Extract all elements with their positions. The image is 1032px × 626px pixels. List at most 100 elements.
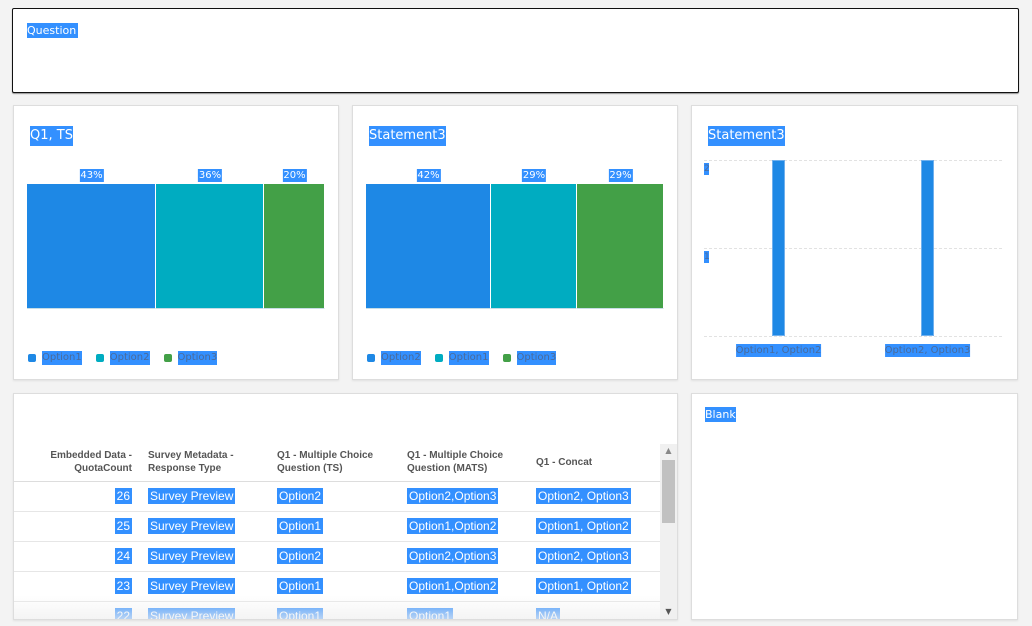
cell-value: Survey Preview <box>148 608 236 619</box>
table-cell: Survey Preview <box>140 571 269 602</box>
legend-label: Option3 <box>516 351 557 365</box>
table-row[interactable]: 25 Survey Preview Option1 Option1,Option2 Op… <box>14 511 662 542</box>
column-header[interactable]: Q1 - Concat <box>528 444 662 482</box>
bar-segment[interactable] <box>27 184 156 309</box>
table-cell: Option1 <box>399 601 528 619</box>
cell-value: 22 <box>114 608 132 619</box>
legend-label: Option3 <box>177 351 218 365</box>
table-cell: 26 <box>14 481 140 512</box>
column-header[interactable]: Survey Metadata - Response Type <box>140 444 269 482</box>
legend-swatch-icon <box>28 354 36 362</box>
cell-value: Option1 <box>277 518 324 534</box>
cell-value: Option1 <box>277 608 324 619</box>
table-row[interactable]: 23 Survey Preview Option1 Option1,Option2 Op… <box>14 571 662 602</box>
widget-title: Statement3 <box>369 126 446 146</box>
gridline <box>704 160 1002 161</box>
cell-value: Option2,Option3 <box>407 548 499 564</box>
cell-value: Option1 <box>277 578 324 594</box>
widget-q1-ts: Q1, TS 43% 36% 20% Option1 Option2 Option3 <box>13 105 339 380</box>
x-category-label: Option1, Option2 <box>735 344 822 357</box>
chart-legend: Option2 Option1 Option3 <box>367 351 557 365</box>
table-cell: Option2 <box>269 481 399 512</box>
table-cell: Option2,Option3 <box>399 541 528 572</box>
table-cell: Option1, Option2 <box>528 511 662 542</box>
cell-value: 26 <box>114 488 132 504</box>
question-title: Question <box>27 23 79 38</box>
column-header[interactable]: Q1 - Multiple Choice Question (TS) <box>269 444 399 482</box>
data-label: 20% <box>282 169 307 182</box>
legend-label: Option2 <box>381 351 421 365</box>
y-tick-label: 1 <box>704 251 709 263</box>
x-category-label: Option2, Option3 <box>884 344 971 357</box>
cell-value: Option1, Option2 <box>536 518 631 534</box>
bar-chart: 2 1 Option1, Option2 Option2, Option3 <box>704 160 1002 357</box>
cell-value: N/A <box>536 608 561 619</box>
legend-label: Option2 <box>109 351 150 365</box>
stacked-bar-chart: 42% 29% 29% <box>366 169 664 310</box>
widget-title: Blank <box>705 407 736 422</box>
cell-value: Survey Preview <box>148 548 236 564</box>
blank-widget: Blank <box>691 393 1018 620</box>
table-cell: Survey Preview <box>140 601 269 619</box>
legend-item[interactable]: Option3 <box>502 351 557 365</box>
table-row[interactable]: 26 Survey Preview Option2 Option2,Option3 Op… <box>14 481 662 512</box>
legend-item[interactable]: Option1 <box>434 351 489 365</box>
legend-label: Option1 <box>42 351 82 365</box>
widget-title: Statement3 <box>708 126 785 146</box>
legend-item[interactable]: Option1 <box>28 351 82 365</box>
widget-statement3-breakdown: Statement3 42% 29% 29% Option2 Option1 Optio… <box>352 105 678 380</box>
bar-segment[interactable] <box>156 184 264 309</box>
column-header[interactable]: Embedded Data - QuotaCount <box>14 444 140 482</box>
gridline <box>704 248 1002 249</box>
table-scrollbar[interactable]: ▲ ▼ <box>660 444 677 619</box>
table-cell: Option2 <box>269 541 399 572</box>
data-label: 42% <box>416 169 441 182</box>
question-widget: Question <box>12 8 1019 93</box>
table-cell: Option2, Option3 <box>528 481 662 512</box>
cell-value: Option1, Option2 <box>536 578 631 594</box>
scroll-down-arrow-icon[interactable]: ▼ <box>660 605 677 619</box>
bar-segment[interactable] <box>264 184 325 309</box>
table-cell: Option1, Option2 <box>528 571 662 602</box>
table-cell: Option2, Option3 <box>528 541 662 572</box>
bar-segment[interactable] <box>577 184 664 309</box>
table-cell: 24 <box>14 541 140 572</box>
cell-value: Survey Preview <box>148 488 236 504</box>
legend-item[interactable]: Option2 <box>367 351 421 365</box>
table-row[interactable]: 22 Survey Preview Option1 Option1 N/A <box>14 601 662 619</box>
responses-table-widget: Embedded Data - QuotaCount Survey Metada… <box>13 393 678 620</box>
bar[interactable] <box>772 160 785 336</box>
stacked-bar-chart: 43% 36% 20% <box>27 169 325 310</box>
chart-legend: Option1 Option2 Option3 <box>28 351 218 365</box>
table-cell: Option1 <box>269 601 399 619</box>
legend-swatch-icon <box>502 354 511 362</box>
table-cell: N/A <box>528 601 662 619</box>
responses-table: Embedded Data - QuotaCount Survey Metada… <box>14 444 662 619</box>
column-header[interactable]: Q1 - Multiple Choice Question (MATS) <box>399 444 528 482</box>
table-cell: Option2,Option3 <box>399 481 528 512</box>
cell-value: Option2 <box>277 548 324 564</box>
bar-segment[interactable] <box>366 184 491 309</box>
cell-value: 24 <box>114 548 132 564</box>
legend-item[interactable]: Option2 <box>95 351 150 365</box>
legend-item[interactable]: Option3 <box>163 351 218 365</box>
bar-segment[interactable] <box>491 184 577 309</box>
cell-value: Option1,Option2 <box>407 518 499 534</box>
data-label: 36% <box>197 169 223 182</box>
legend-label: Option1 <box>448 351 489 365</box>
scrollbar-thumb[interactable] <box>662 460 675 523</box>
table-cell: 25 <box>14 511 140 542</box>
cell-value: Option2 <box>277 488 324 504</box>
widget-statement3-bars: Statement3 2 1 Option1, Option2 Option2, Op… <box>691 105 1018 380</box>
data-label: 43% <box>79 169 104 182</box>
data-label: 29% <box>521 169 547 182</box>
bar[interactable] <box>921 160 934 336</box>
cell-value: 23 <box>114 578 132 594</box>
table-header-row: Embedded Data - QuotaCount Survey Metada… <box>14 444 662 482</box>
legend-swatch-icon <box>163 354 172 362</box>
table-row[interactable]: 24 Survey Preview Option2 Option2,Option3 Op… <box>14 541 662 572</box>
cell-value: Survey Preview <box>148 578 236 594</box>
legend-swatch-icon <box>367 354 375 362</box>
legend-swatch-icon <box>434 354 443 362</box>
scroll-up-arrow-icon[interactable]: ▲ <box>660 444 677 458</box>
